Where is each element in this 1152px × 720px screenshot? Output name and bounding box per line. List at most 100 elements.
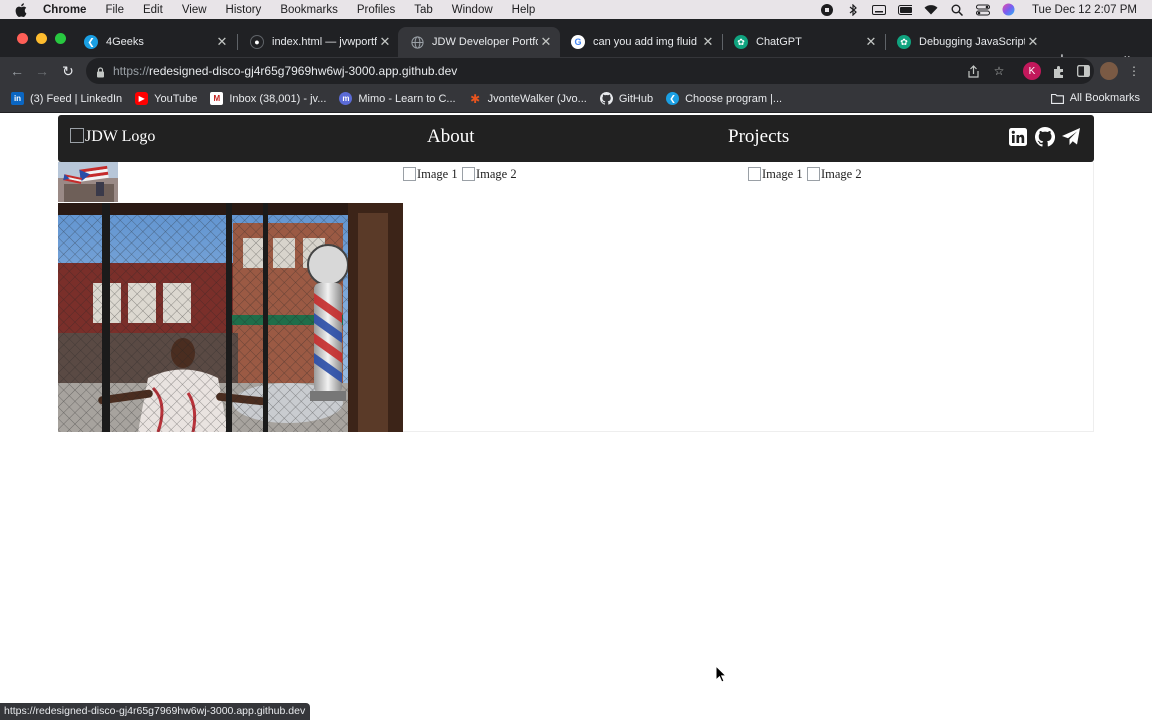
- bluetooth-icon[interactable]: [846, 3, 860, 16]
- menu-help[interactable]: Help: [512, 4, 536, 16]
- menu-file[interactable]: File: [105, 4, 124, 16]
- tab-label: index.html — jvwportfolio: [272, 36, 377, 48]
- menu-view[interactable]: View: [182, 4, 207, 16]
- reload-icon[interactable]: ↻: [59, 62, 77, 80]
- browser-tab-strip: ❮ 4Geeks ✕ ● index.html — jvwportfolio ✕…: [0, 19, 1152, 68]
- profile-avatar[interactable]: K: [1022, 61, 1042, 81]
- tab-index-html[interactable]: ● index.html — jvwportfolio ✕: [238, 27, 399, 57]
- mouse-cursor-icon: [715, 664, 728, 688]
- bookmark-gmail[interactable]: M Inbox (38,001) - jv...: [210, 92, 326, 105]
- youtube-icon: ▶: [135, 92, 149, 105]
- address-bar[interactable]: https://redesigned-disco-gj4r65g7969hw6w…: [86, 58, 1094, 84]
- menu-history[interactable]: History: [226, 4, 262, 16]
- tab-jdw-portfolio[interactable]: JDW Developer Portfolio ✕: [398, 27, 560, 57]
- bookmark-mimo[interactable]: m Mimo - Learn to C...: [339, 92, 456, 105]
- image-alt-text: Image 2: [476, 167, 517, 181]
- apple-icon[interactable]: [15, 2, 29, 17]
- logo-alt-text: JDW Logo: [85, 128, 156, 145]
- back-arrow-icon[interactable]: ←: [8, 62, 26, 80]
- close-tab-icon[interactable]: ✕: [1025, 34, 1041, 50]
- broken-image-icon: [748, 166, 761, 181]
- close-tab-icon[interactable]: ✕: [214, 34, 230, 50]
- close-tab-icon[interactable]: ✕: [377, 34, 393, 50]
- url-scheme: https://: [113, 64, 150, 78]
- tab-4geeks[interactable]: ❮ 4Geeks ✕: [72, 27, 236, 57]
- nav-link-projects[interactable]: Projects: [728, 126, 789, 148]
- bookmark-jvontewalker[interactable]: ✱ JvonteWalker (Jvo...: [469, 91, 587, 106]
- flag-thumbnail-image: [58, 162, 118, 202]
- github-icon: ●: [250, 35, 264, 49]
- bookmark-label: (3) Feed | LinkedIn: [30, 92, 123, 105]
- bookmark-label: Mimo - Learn to C...: [358, 92, 456, 105]
- tab-chatgpt[interactable]: ✿ ChatGPT ✕: [722, 27, 885, 57]
- control-center-icon[interactable]: [975, 4, 990, 16]
- chatgpt-icon: ✿: [897, 35, 911, 49]
- menu-app-name[interactable]: Chrome: [43, 4, 86, 16]
- bookmark-youtube[interactable]: ▶ YouTube: [135, 92, 197, 105]
- github-icon[interactable]: [1034, 126, 1056, 147]
- menu-tab[interactable]: Tab: [414, 4, 433, 16]
- menu-bookmarks[interactable]: Bookmarks: [280, 4, 338, 16]
- chrome-menu-kebab-icon[interactable]: ⋮: [1124, 61, 1144, 81]
- chatgpt-icon: ✿: [734, 35, 748, 49]
- tab-label: Debugging JavaScript: [919, 36, 1025, 48]
- telegram-send-icon[interactable]: [1061, 127, 1081, 147]
- gallery-grid: Image 1 Image 2 Image 1 Image 2: [58, 162, 1094, 432]
- tab-label: can you add img fluid to: [593, 36, 700, 48]
- all-bookmarks-button[interactable]: All Bookmarks: [1050, 92, 1140, 104]
- site-logo[interactable]: JDW Logo: [70, 127, 156, 146]
- image-alt-text: Image 1: [762, 167, 803, 181]
- extensions-puzzle-icon[interactable]: [1048, 61, 1068, 81]
- screen-record-icon[interactable]: [820, 3, 834, 16]
- forward-arrow-icon[interactable]: →: [33, 62, 51, 80]
- image-1-placeholder: Image 1: [748, 166, 803, 182]
- close-tab-icon[interactable]: ✕: [863, 34, 879, 50]
- nav-link-about[interactable]: About: [427, 126, 475, 148]
- bookmark-label: GitHub: [618, 92, 654, 105]
- bookmark-label: YouTube: [154, 92, 198, 105]
- image-2-placeholder: Image 2: [807, 166, 862, 182]
- close-tab-icon[interactable]: ✕: [700, 34, 716, 50]
- close-tab-icon[interactable]: ✕: [538, 34, 554, 50]
- share-icon[interactable]: [966, 64, 980, 78]
- 4geeks-icon: ❮: [666, 92, 680, 105]
- menu-window[interactable]: Window: [452, 4, 493, 16]
- menu-edit[interactable]: Edit: [143, 4, 163, 16]
- zoom-window-button[interactable]: [55, 33, 66, 44]
- account-avatar[interactable]: [1099, 61, 1119, 81]
- codecademy-icon: ✱: [470, 91, 481, 106]
- image-1-placeholder: Image 1: [403, 166, 458, 182]
- menu-bar-clock[interactable]: Tue Dec 12 2:07 PM: [1032, 4, 1137, 16]
- bookmark-label: Inbox (38,001) - jv...: [229, 92, 327, 105]
- google-icon: G: [571, 35, 585, 49]
- close-window-button[interactable]: [17, 33, 28, 44]
- battery-icon[interactable]: [897, 4, 912, 16]
- broken-image-icon: [403, 166, 416, 181]
- spotlight-search-icon[interactable]: [950, 4, 964, 16]
- tab-google-search[interactable]: G can you add img fluid to ✕: [559, 27, 722, 57]
- minimize-window-button[interactable]: [36, 33, 47, 44]
- bookmark-linkedin[interactable]: in (3) Feed | LinkedIn: [11, 92, 122, 105]
- siri-icon[interactable]: [1002, 3, 1016, 16]
- tab-label: ChatGPT: [756, 36, 802, 48]
- keyboard-icon[interactable]: [871, 4, 886, 16]
- browser-toolbar: ← → ↻ https://redesigned-disco-gj4r65g79…: [0, 57, 1152, 85]
- image-alt-text: Image 1: [417, 167, 458, 181]
- menu-profiles[interactable]: Profiles: [357, 4, 395, 16]
- address-url: https://redesigned-disco-gj4r65g7969hw6w…: [113, 64, 457, 78]
- broken-image-icon: [462, 166, 475, 181]
- bookmark-choose-program[interactable]: ❮ Choose program |...: [666, 92, 782, 105]
- bookmark-star-icon[interactable]: ☆: [992, 64, 1006, 78]
- bookmark-github[interactable]: GitHub: [599, 92, 654, 105]
- barbershop-photo: [58, 203, 403, 432]
- image-2-placeholder: Image 2: [462, 166, 517, 182]
- github-icon: [599, 92, 613, 105]
- image-alt-text: Image 2: [821, 167, 862, 181]
- link-status-bubble: https://redesigned-disco-gj4r65g7969hw6w…: [0, 703, 311, 720]
- side-panel-icon[interactable]: [1073, 61, 1093, 81]
- bookmark-label: JvonteWalker (Jvo...: [487, 92, 587, 105]
- linkedin-icon[interactable]: [1008, 127, 1028, 147]
- lock-icon[interactable]: [96, 65, 105, 83]
- tab-debugging-javascript[interactable]: ✿ Debugging JavaScript ✕: [885, 27, 1047, 57]
- wifi-icon[interactable]: [924, 4, 938, 16]
